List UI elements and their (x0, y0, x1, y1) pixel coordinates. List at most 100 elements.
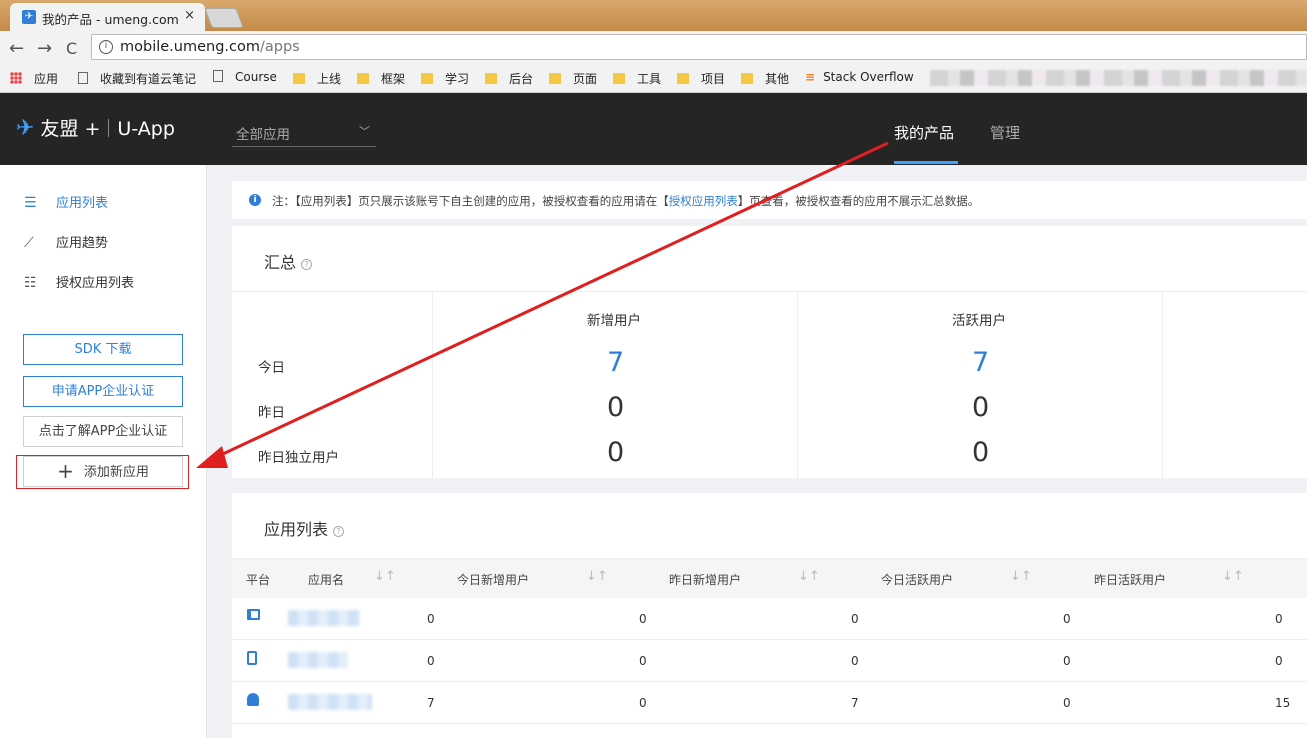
row-label-yesterday: 昨日 (258, 405, 285, 421)
android-icon (247, 693, 259, 710)
sidebar-item-authorized-apps[interactable]: ☷ 授权应用列表 (24, 272, 134, 291)
authorized-list-link[interactable]: 授权应用列表 (669, 194, 738, 208)
blurred-bookmarks (930, 70, 1307, 86)
row-label-today: 今日 (258, 360, 285, 376)
tab-title: 我的产品 - umeng.com (42, 12, 179, 27)
row-label-yesterday-unique: 昨日独立用户 (258, 450, 339, 466)
notice-bar: i 注：【应用列表】页只展示该账号下自主创建的应用，被授权查看的应用请在【授权应… (232, 181, 1307, 219)
browser-tab[interactable]: ✈ 我的产品 - umeng.com × (10, 3, 205, 31)
table-row[interactable]: 0 0 0 0 0 (232, 598, 1307, 640)
browser-tab-strip: ✈ 我的产品 - umeng.com × (0, 0, 1307, 31)
bookmark-folder-tools[interactable]: 工具 (613, 70, 661, 87)
plus-icon: + (57, 459, 74, 483)
app-name-redacted[interactable] (288, 694, 372, 710)
th-yesterday-new: 昨日新增用户 (669, 573, 742, 587)
sort-icon[interactable]: ↓↑ (798, 569, 820, 584)
page-icon (78, 72, 88, 84)
umeng-logo[interactable]: ✈ 友盟 + U-App (16, 114, 175, 141)
bookmark-folder-other[interactable]: 其他 (741, 70, 789, 87)
bookmark-folder-study[interactable]: 学习 (421, 70, 469, 87)
reload-icon[interactable]: C (66, 39, 77, 58)
cell-yesterday-new: 0 (639, 612, 647, 626)
active-users-today: 7 (972, 347, 990, 378)
cell-today-new: 7 (427, 696, 435, 710)
apply-cert-button[interactable]: 申请APP企业认证 (23, 376, 183, 407)
url-input[interactable]: i mobile.umeng.com/apps (91, 34, 1307, 60)
th-today-new: 今日新增用户 (457, 573, 530, 587)
forward-icon[interactable]: → (37, 38, 52, 59)
cell-today-active: 0 (851, 654, 859, 668)
trend-icon: ⟋ (24, 235, 34, 251)
folder-icon (485, 73, 497, 84)
cell-yesterday-new: 0 (639, 654, 647, 668)
sidebar: ☰ 应用列表 ⟋ 应用趋势 ☷ 授权应用列表 SDK 下载 申请APP企业认证 点击了… (0, 165, 207, 738)
sort-icon[interactable]: ↓↑ (374, 569, 396, 584)
help-icon[interactable]: ? (301, 259, 313, 270)
info-icon: i (249, 194, 261, 206)
bookmark-folder-framework[interactable]: 框架 (357, 70, 405, 87)
table-row[interactable]: 7 0 7 0 15 (232, 682, 1307, 724)
table-header: 平台 应用名 ↓↑ 今日新增用户 ↓↑ 昨日新增用户 ↓↑ 今日活跃用户 ↓↑ … (232, 558, 1307, 598)
umeng-bird-icon: ✈ (16, 116, 35, 141)
cell-today-new: 0 (427, 654, 435, 668)
app-name-redacted[interactable] (288, 652, 348, 668)
nav-my-products[interactable]: 我的产品 (894, 122, 954, 143)
apps-grid-icon (10, 72, 22, 84)
divider (432, 292, 433, 478)
tab-close-icon[interactable]: × (184, 8, 195, 23)
app-select-dropdown[interactable]: 全部应用 ﹀ (232, 117, 376, 147)
app-header: ✈ 友盟 + U-App 全部应用 ﹀ 我的产品 管理 (0, 93, 1307, 165)
active-nav-indicator (894, 161, 958, 164)
bookmark-folder-online[interactable]: 上线 (293, 70, 341, 87)
folder-icon (357, 73, 369, 84)
checklist-icon: ☷ (24, 275, 37, 291)
summary-title: 汇总? (264, 249, 313, 273)
new-tab-button[interactable] (204, 8, 244, 28)
cell-extra: 0 (1275, 654, 1283, 668)
th-app-name: 应用名 (308, 573, 345, 587)
bookmark-folder-backend[interactable]: 后台 (485, 70, 533, 87)
sort-icon[interactable]: ↓↑ (1010, 569, 1032, 584)
folder-icon (421, 73, 433, 84)
app-name-redacted[interactable] (288, 610, 360, 626)
folder-icon (741, 73, 753, 84)
site-info-icon[interactable]: i (99, 40, 113, 54)
bookmark-apps[interactable]: 应用 (10, 70, 58, 87)
sidebar-item-app-trend[interactable]: ⟋ 应用趋势 (24, 232, 108, 251)
back-icon[interactable]: ← (9, 38, 24, 59)
bookmark-folder-projects[interactable]: 项目 (677, 70, 725, 87)
page-icon (213, 70, 223, 82)
sidebar-item-app-list[interactable]: ☰ 应用列表 (24, 192, 108, 211)
th-today-active: 今日活跃用户 (881, 573, 954, 587)
url-path: /apps (260, 39, 300, 55)
sdk-download-button[interactable]: SDK 下载 (23, 334, 183, 365)
sort-icon[interactable]: ↓↑ (1222, 569, 1244, 584)
cell-yesterday-active: 0 (1063, 654, 1071, 668)
url-host: mobile.umeng.com (120, 39, 260, 55)
app-list-card: 应用列表? 平台 应用名 ↓↑ 今日新增用户 ↓↑ 昨日新增用户 ↓↑ 今日活跃… (232, 493, 1307, 738)
bookmark-course[interactable]: Course (213, 70, 277, 84)
ipad-icon (247, 609, 260, 624)
learn-cert-button[interactable]: 点击了解APP企业认证 (23, 416, 183, 447)
summary-card: 汇总? 今日 昨日 昨日独立用户 新增用户 7 0 0 活跃用户 7 0 0 (232, 226, 1307, 478)
add-new-app-button[interactable]: + 添加新应用 (23, 456, 183, 487)
bookmark-stackoverflow[interactable]: ≡ Stack Overflow (805, 70, 914, 84)
table-row[interactable]: 0 0 0 0 0 (232, 640, 1307, 682)
bookmark-youdao[interactable]: 收藏到有道云笔记 (78, 70, 196, 87)
divider (797, 292, 798, 478)
folder-icon (293, 73, 305, 84)
new-users-yesterday-unique: 0 (607, 437, 625, 468)
cell-today-new: 0 (427, 612, 435, 626)
sort-icon[interactable]: ↓↑ (586, 569, 608, 584)
active-users-yesterday: 0 (972, 392, 990, 423)
cell-today-active: 7 (851, 696, 859, 710)
notice-text: 注：【应用列表】页只展示该账号下自主创建的应用，被授权查看的应用请在【授权应用列… (272, 194, 980, 208)
app-list-title: 应用列表? (264, 516, 345, 540)
bookmark-folder-pages[interactable]: 页面 (549, 70, 597, 87)
nav-manage[interactable]: 管理 (990, 122, 1020, 143)
cell-extra: 0 (1275, 612, 1283, 626)
help-icon[interactable]: ? (333, 526, 345, 537)
cell-extra: 15 (1275, 696, 1291, 710)
divider (1162, 292, 1163, 478)
logo-divider (108, 119, 110, 137)
